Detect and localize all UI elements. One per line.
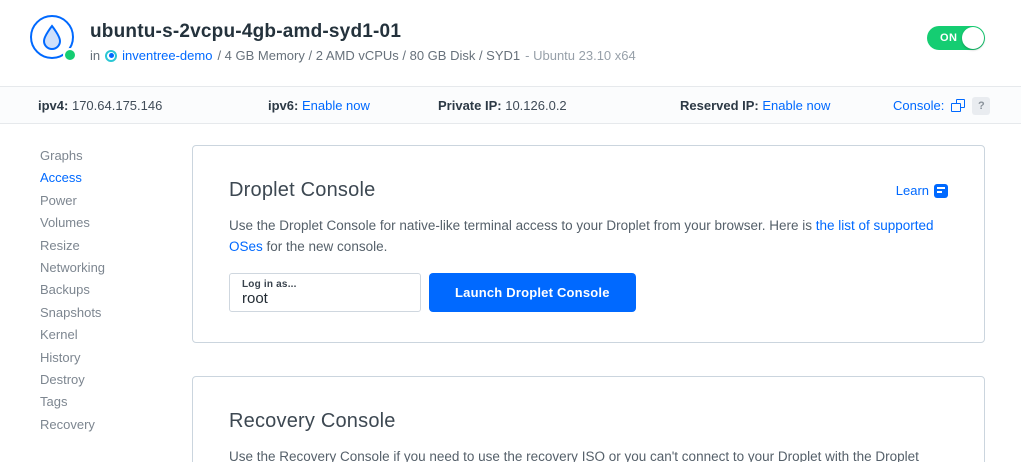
private-ip-value: 10.126.0.2	[505, 98, 566, 113]
ipv4-value: 170.64.175.146	[72, 98, 162, 113]
description-text-end: for the new console.	[263, 239, 388, 254]
droplet-os: - Ubuntu 23.10 x64	[525, 48, 636, 63]
private-ip-label: Private IP:	[438, 98, 502, 113]
ipv6-info: ipv6: Enable now	[268, 87, 370, 124]
sidebar-item-backups[interactable]: Backups	[40, 279, 192, 301]
reserved-ip-enable-link[interactable]: Enable now	[762, 98, 830, 113]
login-as-field[interactable]: Log in as...	[229, 273, 421, 312]
ipv4-label: ipv4:	[38, 98, 68, 113]
ip-info-bar: ipv4: 170.64.175.146 ipv6: Enable now Pr…	[0, 86, 1021, 124]
droplet-console-card: Droplet Console Learn Use the Droplet Co…	[192, 145, 985, 343]
droplet-header: ubuntu-s-2vcpu-4gb-amd-syd1-01 in invent…	[0, 0, 1021, 86]
login-as-label: Log in as...	[242, 279, 408, 290]
reserved-ip-info: Reserved IP: Enable now	[680, 87, 830, 124]
sidebar-item-kernel[interactable]: Kernel	[40, 324, 192, 346]
reserved-ip-label: Reserved IP:	[680, 98, 759, 113]
console-launcher: Console: ?	[893, 87, 990, 124]
power-toggle-knob[interactable]	[962, 27, 984, 49]
description-text: Use the Droplet Console for native-like …	[229, 218, 816, 233]
droplet-console-description: Use the Droplet Console for native-like …	[229, 215, 948, 257]
recovery-console-description: Use the Recovery Console if you need to …	[229, 446, 948, 462]
ipv6-enable-link[interactable]: Enable now	[302, 98, 370, 113]
launch-droplet-console-button[interactable]: Launch Droplet Console	[429, 273, 636, 312]
droplet-sidebar: Graphs Access Power Volumes Resize Netwo…	[0, 124, 192, 436]
recovery-console-card: Recovery Console Use the Recovery Consol…	[192, 376, 985, 462]
sidebar-item-access[interactable]: Access	[40, 167, 192, 189]
ipv6-label: ipv6:	[268, 98, 298, 113]
recovery-console-title: Recovery Console	[229, 410, 396, 433]
power-toggle[interactable]: ON	[927, 26, 985, 50]
sidebar-item-volumes[interactable]: Volumes	[40, 212, 192, 234]
project-icon	[105, 50, 117, 62]
droplet-avatar	[30, 15, 76, 61]
console-window-icon[interactable]	[951, 99, 965, 112]
login-as-input[interactable]	[242, 290, 408, 307]
sidebar-item-resize[interactable]: Resize	[40, 235, 192, 257]
status-online-dot	[63, 48, 77, 62]
sidebar-item-recovery[interactable]: Recovery	[40, 414, 192, 436]
in-label: in	[90, 48, 100, 63]
sidebar-item-graphs[interactable]: Graphs	[40, 145, 192, 167]
console-link[interactable]: Console:	[893, 98, 944, 113]
project-link[interactable]: inventree-demo	[122, 48, 212, 63]
learn-link-label: Learn	[896, 183, 929, 198]
learn-docs-icon	[934, 184, 948, 198]
droplet-subtitle: in inventree-demo / 4 GB Memory / 2 AMD …	[90, 48, 636, 63]
sidebar-item-snapshots[interactable]: Snapshots	[40, 302, 192, 324]
sidebar-item-destroy[interactable]: Destroy	[40, 369, 192, 391]
learn-link[interactable]: Learn	[896, 183, 948, 198]
sidebar-item-networking[interactable]: Networking	[40, 257, 192, 279]
sidebar-item-tags[interactable]: Tags	[40, 391, 192, 413]
page-title: ubuntu-s-2vcpu-4gb-amd-syd1-01	[90, 21, 636, 43]
droplet-console-title: Droplet Console	[229, 179, 375, 202]
help-button[interactable]: ?	[972, 97, 990, 115]
main-panel: Droplet Console Learn Use the Droplet Co…	[192, 124, 1021, 462]
power-toggle-label: ON	[940, 32, 958, 44]
droplet-specs: / 4 GB Memory / 2 AMD vCPUs / 80 GB Disk…	[217, 48, 520, 63]
water-drop-icon	[41, 24, 63, 50]
sidebar-item-power[interactable]: Power	[40, 190, 192, 212]
ipv4-info: ipv4: 170.64.175.146	[38, 87, 162, 124]
sidebar-item-history[interactable]: History	[40, 347, 192, 369]
private-ip-info: Private IP: 10.126.0.2	[438, 87, 567, 124]
